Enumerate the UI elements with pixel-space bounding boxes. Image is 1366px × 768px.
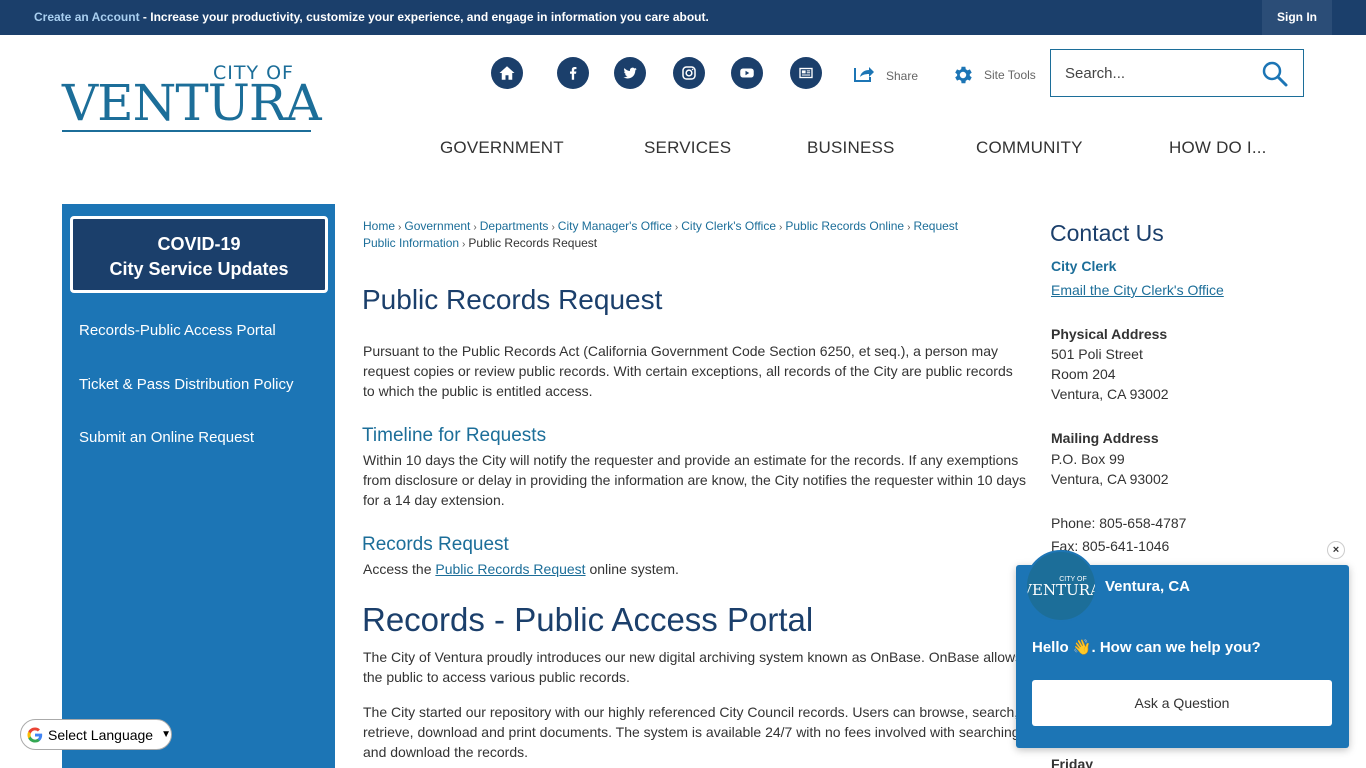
close-icon[interactable]: × [1327, 541, 1345, 559]
sidebar-item-ticket-policy[interactable]: Ticket & Pass Distribution Policy [79, 376, 294, 393]
gear-icon [955, 66, 972, 84]
physical-address-line: Ventura, CA 93002 [1051, 386, 1169, 402]
avatar-name: VENTURA [1025, 580, 1097, 599]
page-title: Public Records Request [362, 284, 663, 315]
contact-title: Contact Us [1050, 220, 1164, 246]
intro-paragraph: Pursuant to the Public Records Act (Cali… [363, 343, 1013, 399]
mailing-address-label: Mailing Address [1051, 430, 1159, 446]
access-paragraph: Access the Public Records Request online… [363, 559, 1028, 579]
sidebar-item-records-portal[interactable]: Records-Public Access Portal [79, 322, 276, 339]
access-suffix: online system. [585, 561, 679, 577]
logo-name: VENTURA [62, 74, 322, 132]
breadcrumb-city-clerk[interactable]: City Clerk's Office [681, 219, 776, 233]
search-input[interactable] [1065, 63, 1255, 83]
covid-updates-button[interactable]: COVID-19 City Service Updates [70, 216, 328, 293]
breadcrumb-city-manager[interactable]: City Manager's Office [558, 219, 672, 233]
timeline-paragraph: Within 10 days the City will notify the … [363, 452, 1027, 508]
public-records-request-link[interactable]: Public Records Request [435, 561, 585, 577]
nav-government[interactable]: GOVERNMENT [440, 138, 564, 158]
facebook-icon[interactable] [557, 57, 589, 89]
timeline-heading: Timeline for Requests [362, 425, 547, 446]
portal-paragraph-1: The City of Ventura proudly introduces o… [363, 649, 1023, 685]
email-clerk-link[interactable]: Email the City Clerk's Office [1051, 280, 1224, 300]
portal-paragraph-2: The City started our repository with our… [363, 704, 1020, 760]
contact-phone: Phone: 805-658-4787 [1051, 515, 1187, 531]
physical-address-label: Physical Address [1051, 326, 1168, 342]
news-icon[interactable] [790, 57, 822, 89]
physical-address-line: Room 204 [1051, 366, 1116, 382]
covid-line-1: COVID-19 [157, 234, 241, 254]
chat-avatar: CITY OF VENTURA [1025, 550, 1097, 622]
top-bar: Create an Account - Increase your produc… [0, 0, 1366, 35]
nav-services[interactable]: SERVICES [644, 138, 731, 158]
language-label: Select Language [48, 726, 154, 743]
portal-heading: Records - Public Access Portal [362, 601, 814, 638]
account-message-text: - Increase your productivity, customize … [139, 10, 709, 24]
share-label: Share [886, 69, 919, 83]
breadcrumb-departments[interactable]: Departments [480, 219, 549, 233]
chevron-down-icon: ▼ [161, 729, 171, 740]
create-account-link[interactable]: Create an Account [34, 10, 140, 24]
twitter-icon[interactable] [614, 57, 646, 89]
search-icon[interactable] [1261, 60, 1289, 88]
physical-address-line: 501 Poli Street [1051, 346, 1143, 362]
breadcrumb-home[interactable]: Home [363, 219, 395, 233]
breadcrumb-public-information[interactable]: Public Information [363, 236, 459, 250]
city-logo[interactable]: CITY OF VENTURA [62, 60, 322, 135]
sidebar-item-online-request[interactable]: Submit an Online Request [79, 429, 254, 446]
site-tools-button[interactable]: Site Tools [952, 64, 1036, 86]
contact-department: City Clerk [1051, 258, 1117, 274]
logo-underline [62, 130, 311, 132]
chat-title: Ventura, CA [1105, 578, 1191, 595]
home-icon[interactable] [491, 57, 523, 89]
nav-community[interactable]: COMMUNITY [976, 138, 1083, 158]
breadcrumb-request[interactable]: Request [913, 219, 958, 233]
access-prefix: Access the [363, 561, 436, 577]
breadcrumb-line-2: Public Information › Public Records Reques… [363, 236, 598, 250]
site-tools-label: Site Tools [984, 68, 1036, 82]
breadcrumb-current: Public Records Request [468, 236, 598, 250]
google-icon [27, 727, 43, 742]
hours-day: Friday [1051, 756, 1094, 768]
ask-question-button[interactable]: Ask a Question [1032, 680, 1332, 726]
records-request-heading: Records Request [362, 534, 509, 555]
nav-business[interactable]: BUSINESS [807, 138, 895, 158]
chat-greeting: Hello 👋. How can we help you? [1032, 639, 1261, 656]
breadcrumb-government[interactable]: Government [404, 219, 470, 233]
account-message: Create an Account - Increase your produc… [34, 10, 709, 24]
language-select[interactable]: Select Language ▼ [20, 719, 172, 750]
breadcrumb-public-records-online[interactable]: Public Records Online [785, 219, 904, 233]
instagram-icon[interactable] [673, 57, 705, 89]
covid-line-2: City Service Updates [109, 259, 289, 279]
search-box [1050, 49, 1304, 97]
share-icon [854, 67, 874, 82]
mailing-address-line: Ventura, CA 93002 [1051, 471, 1169, 487]
share-button[interactable]: Share [852, 64, 918, 84]
nav-how-do-i[interactable]: HOW DO I... [1169, 138, 1267, 158]
youtube-icon[interactable] [731, 57, 763, 89]
sign-in-button[interactable]: Sign In [1262, 0, 1332, 35]
mailing-address-line: P.O. Box 99 [1051, 451, 1125, 467]
breadcrumb: Home › Government › Departments › City Manager… [363, 219, 959, 233]
